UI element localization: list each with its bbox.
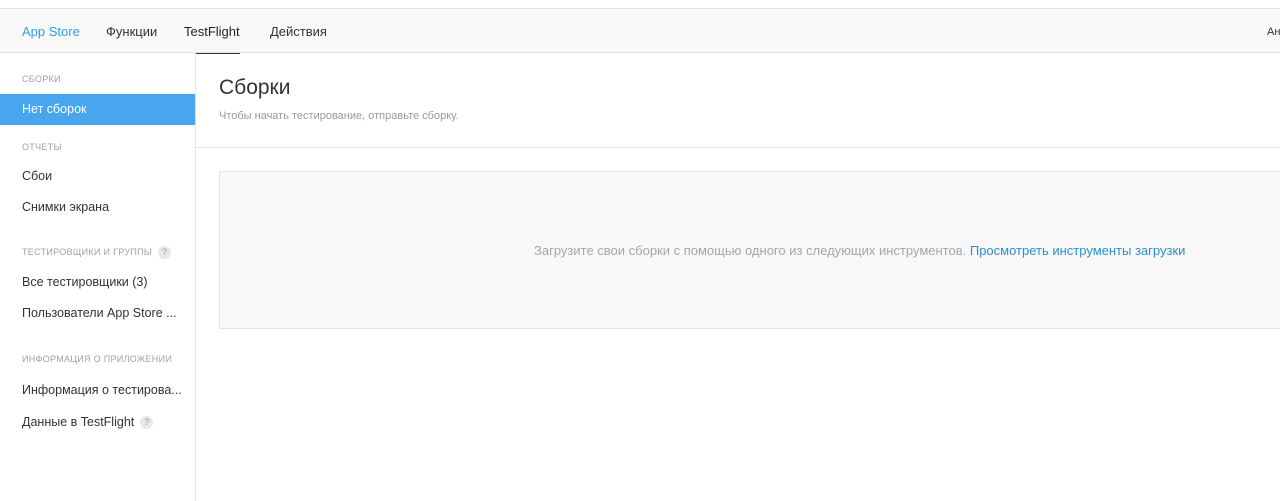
panel-message: Загрузите свои сборки с помощью одного и… <box>534 243 1185 258</box>
sidebar-item-crashes[interactable]: Сбои <box>0 161 195 192</box>
top-strip <box>0 0 1280 9</box>
tab-testflight[interactable]: TestFlight <box>184 9 240 54</box>
sidebar-section-builds: СБОРКИ <box>22 74 61 84</box>
account-menu[interactable]: Ан <box>1267 9 1280 53</box>
sidebar-item-screenshots[interactable]: Снимки экрана <box>0 192 195 223</box>
page-subtitle: Чтобы начать тестирование, отправьте сбо… <box>219 110 459 122</box>
tab-app-store[interactable]: App Store <box>22 9 80 53</box>
page-title: Сборки <box>219 76 291 99</box>
sidebar-item-app-store-users[interactable]: Пользователи App Store ... <box>0 298 195 329</box>
help-icon[interactable]: ? <box>158 246 172 259</box>
sidebar-section-testers: ТЕСТИРОВЩИКИ И ГРУППЫ? <box>22 246 172 259</box>
sidebar-item-testflight-data-label: Данные в TestFlight <box>22 415 135 429</box>
sidebar-item-test-info[interactable]: Информация о тестирова... <box>0 375 195 406</box>
top-tab-bar: App Store Функции TestFlight Действия Ан <box>0 9 1280 54</box>
upload-tools-link[interactable]: Просмотреть инструменты загрузки <box>970 243 1186 258</box>
sidebar-section-reports: ОТЧЕТЫ <box>22 142 62 152</box>
sidebar-item-no-builds[interactable]: Нет сборок <box>0 94 195 125</box>
sidebar-section-app-info: ИНФОРМАЦИЯ О ПРИЛОЖЕНИИ <box>22 354 173 364</box>
sidebar-item-all-testers[interactable]: Все тестировщики (3) <box>0 267 195 298</box>
help-icon[interactable]: ? <box>140 416 154 430</box>
sidebar-item-testflight-data[interactable]: Данные в TestFlight? <box>0 407 195 438</box>
tab-activity[interactable]: Действия <box>270 9 327 53</box>
divider <box>196 147 1280 148</box>
empty-builds-panel: Загрузите свои сборки с помощью одного и… <box>219 171 1280 329</box>
main-content: Сборки Чтобы начать тестирование, отправ… <box>196 53 1280 501</box>
tab-features[interactable]: Функции <box>106 9 157 53</box>
sidebar: СБОРКИ Нет сборок ОТЧЕТЫ Сбои Снимки экр… <box>0 53 196 501</box>
panel-message-text: Загрузите свои сборки с помощью одного и… <box>534 243 967 258</box>
sidebar-section-testers-label: ТЕСТИРОВЩИКИ И ГРУППЫ <box>22 246 153 257</box>
